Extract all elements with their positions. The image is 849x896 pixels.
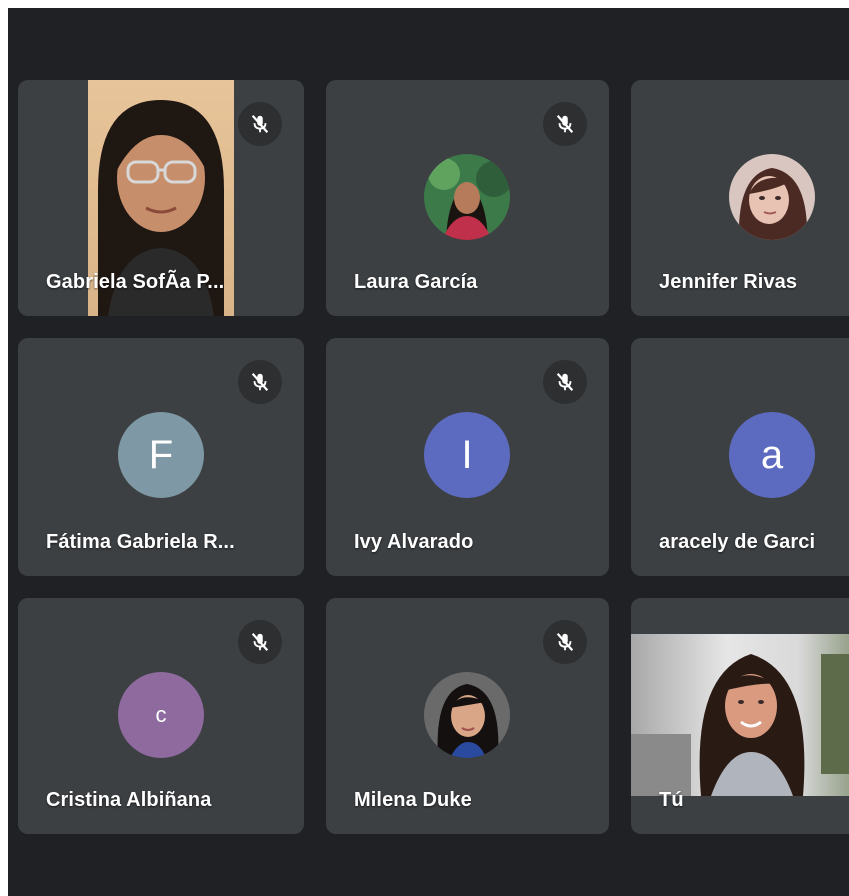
meeting-grid: Gabriela SofÃa P... Laura García Jennife… xyxy=(8,8,849,896)
participant-avatar-initial: I xyxy=(424,412,510,498)
mic-off-icon xyxy=(543,360,587,404)
mic-off-icon xyxy=(238,620,282,664)
participant-tile-gabriela[interactable]: Gabriela SofÃa P... xyxy=(18,80,304,316)
participant-tile-fatima[interactable]: F Fátima Gabriela R... xyxy=(18,338,304,576)
participant-avatar xyxy=(424,154,510,240)
participant-tile-cristina[interactable]: c Cristina Albiñana xyxy=(18,598,304,834)
participant-avatar-initial: a xyxy=(729,412,815,498)
mic-off-icon xyxy=(543,102,587,146)
participant-avatar-initial: c xyxy=(118,672,204,758)
participant-tile-tu[interactable]: Tú xyxy=(631,598,849,834)
participant-name: Cristina Albiñana xyxy=(46,789,212,811)
participant-avatar xyxy=(424,672,510,758)
participant-tile-ivy[interactable]: I Ivy Alvarado xyxy=(326,338,609,576)
self-video xyxy=(631,634,849,796)
participant-name: aracely de Garci xyxy=(659,531,816,553)
mic-off-icon xyxy=(238,102,282,146)
participant-name: Fátima Gabriela R... xyxy=(46,531,235,553)
participant-name: Laura García xyxy=(354,271,478,293)
participant-name: Milena Duke xyxy=(354,789,472,811)
mic-off-icon xyxy=(543,620,587,664)
participant-avatar-initial: F xyxy=(118,412,204,498)
participant-tile-aracely[interactable]: a aracely de Garci xyxy=(631,338,849,576)
participant-name: Gabriela SofÃa P... xyxy=(46,271,225,293)
mic-off-icon xyxy=(238,360,282,404)
participant-tile-laura[interactable]: Laura García xyxy=(326,80,609,316)
participant-name: Tú xyxy=(659,789,684,811)
participant-avatar xyxy=(729,154,815,240)
participant-tile-milena[interactable]: Milena Duke xyxy=(326,598,609,834)
participant-name: Ivy Alvarado xyxy=(354,531,474,553)
participant-tile-jennifer[interactable]: Jennifer Rivas xyxy=(631,80,849,316)
participant-name: Jennifer Rivas xyxy=(659,271,798,293)
